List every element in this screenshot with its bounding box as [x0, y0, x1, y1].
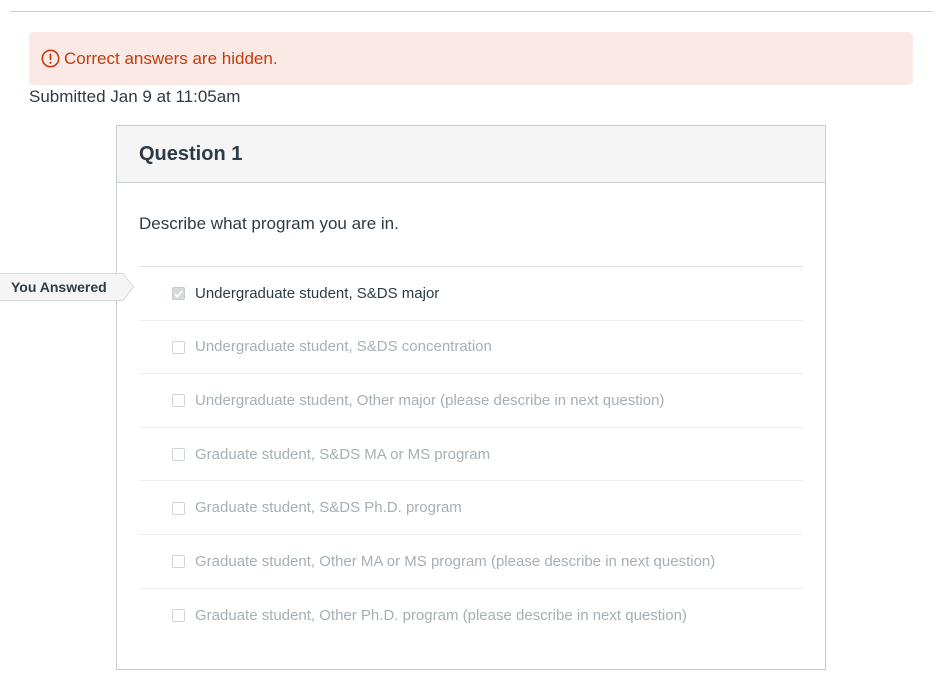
exclamation-circle-icon [41, 49, 60, 68]
answer-option[interactable]: Graduate student, S&DS Ph.D. program [139, 481, 803, 535]
question-prompt: Describe what program you are in. [139, 214, 399, 233]
answer-option[interactable]: Undergraduate student, S&DS concentratio… [139, 321, 803, 375]
checkbox[interactable] [172, 501, 185, 515]
checkbox[interactable] [172, 448, 185, 462]
checkbox[interactable] [172, 555, 185, 569]
answer-label: Undergraduate student, Other major (plea… [195, 391, 665, 409]
checkbox-checked[interactable] [172, 287, 185, 301]
you-answered-label: You Answered [0, 273, 122, 301]
answer-list: Undergraduate student, S&DS major Underg… [139, 266, 803, 642]
answer-label: Undergraduate student, S&DS concentratio… [195, 338, 492, 356]
question-header: Question 1 [117, 126, 825, 183]
answer-label: Undergraduate student, S&DS major [195, 284, 440, 302]
submission-timestamp: Submitted Jan 9 at 11:05am [29, 87, 241, 106]
checkbox[interactable] [172, 340, 185, 354]
marker-arrow-tip [122, 273, 134, 301]
checkbox[interactable] [172, 394, 185, 408]
check-icon [174, 290, 183, 298]
answer-option[interactable]: Graduate student, Other Ph.D. program (p… [139, 589, 803, 643]
correct-answers-hidden-alert: Correct answers are hidden. [29, 32, 913, 85]
answer-label: Graduate student, S&DS Ph.D. program [195, 499, 462, 517]
question-card: Question 1 Describe what program you are… [116, 125, 826, 670]
answer-option[interactable]: Graduate student, S&DS MA or MS program [139, 428, 803, 482]
top-divider [10, 11, 932, 12]
answer-option[interactable]: Undergraduate student, S&DS major [139, 267, 803, 321]
answer-option[interactable]: Graduate student, Other MA or MS program… [139, 535, 803, 589]
you-answered-marker: You Answered [0, 273, 134, 301]
answer-option[interactable]: Undergraduate student, Other major (plea… [139, 374, 803, 428]
answer-label: Graduate student, Other Ph.D. program (p… [195, 606, 687, 624]
question-title: Question 1 [139, 142, 243, 165]
checkbox[interactable] [172, 609, 185, 623]
answer-label: Graduate student, S&DS MA or MS program [195, 445, 491, 463]
alert-text: Correct answers are hidden. [64, 48, 278, 68]
answer-label: Graduate student, Other MA or MS program… [195, 552, 716, 570]
